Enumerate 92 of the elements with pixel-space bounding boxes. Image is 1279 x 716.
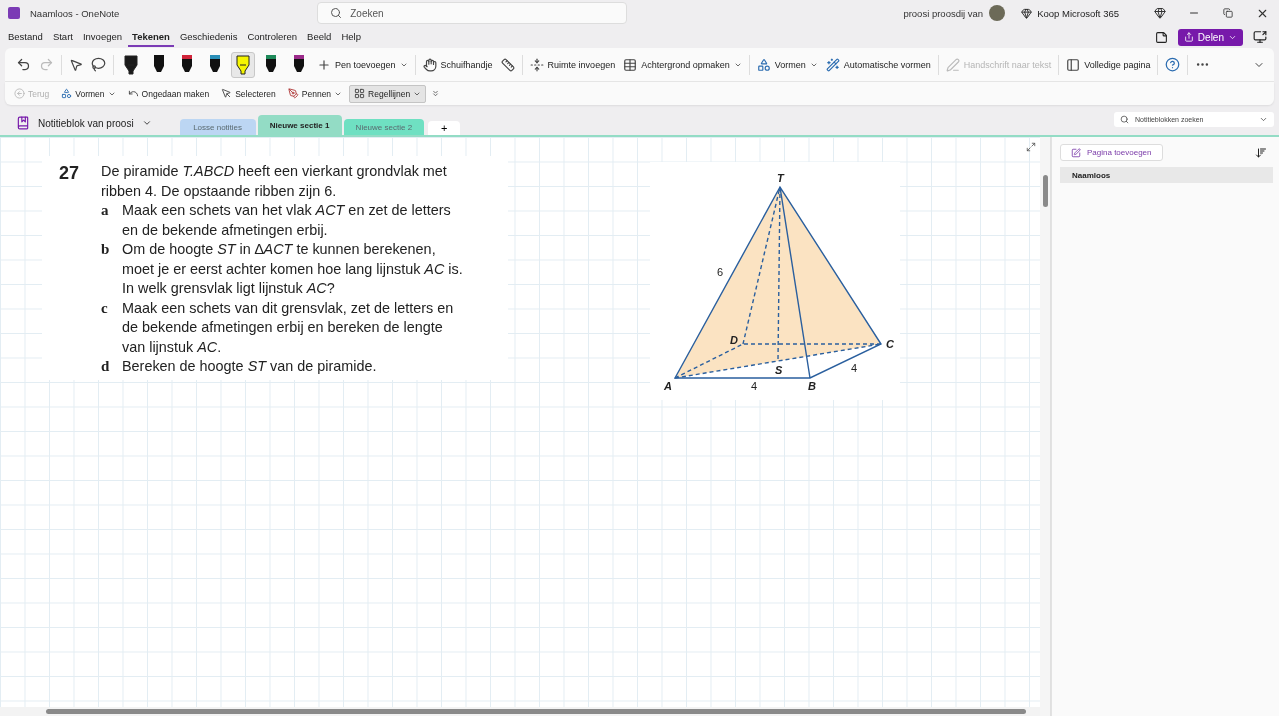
part-text: Bereken de hoogte ST van de piramide. (122, 357, 378, 376)
part-letter: d (101, 357, 111, 376)
ribbon-icon (529, 57, 544, 72)
section-tab[interactable]: Nieuwe sectie 1 (257, 115, 342, 135)
ribbon-button[interactable]: Automatische vormen (822, 54, 934, 75)
undo-icon (16, 57, 31, 72)
vertical-scrollbar[interactable] (1040, 137, 1051, 716)
redo-icon (39, 57, 54, 72)
add-page-icon (1071, 147, 1081, 158)
menu-tab[interactable]: Tekenen (128, 27, 174, 47)
caret-icon (1259, 115, 1268, 124)
menu-tab[interactable]: Geschiedenis (175, 27, 242, 47)
toolbar-icon (14, 88, 25, 99)
caret-icon (141, 118, 152, 128)
toolbar-button[interactable]: Regellijnen (349, 84, 427, 103)
part-text: Maak een schets van het vlak ACT en zet de letters en de bekende afmetingen erbij. (122, 201, 452, 240)
edge-label: 4 (751, 380, 758, 392)
menu-tab[interactable]: Bestand (4, 27, 47, 47)
exercise-number: 27 (58, 162, 81, 185)
ribbon-button[interactable]: Vormen (753, 54, 821, 75)
toolbar-icon (354, 88, 366, 99)
ribbon-icon (623, 57, 638, 72)
edge-label: 6 (717, 266, 724, 278)
toolbar-icon (127, 88, 139, 99)
notebook-icon (16, 116, 30, 130)
ribbon-icon (825, 57, 840, 72)
search-field[interactable]: Zoeken (317, 2, 628, 24)
vertex-label: T (777, 172, 784, 184)
add-section-button[interactable]: + (428, 121, 461, 135)
part-letter: b (101, 240, 111, 259)
section-tab[interactable]: Losse notities (179, 119, 256, 135)
part-text: Maak een schets van dit grensvlak, zet de letters en de bekende afmetingen erbij en bereken de lengte van lijnstuk AC. (122, 298, 455, 357)
ruler-icon (500, 57, 515, 72)
menu-tab[interactable]: Invoegen (78, 27, 127, 47)
notebook-button[interactable]: Notitieblok van proosi (10, 111, 158, 135)
buy-link[interactable]: Koop Microsoft 365 (1021, 7, 1119, 19)
expand-icon[interactable] (1026, 142, 1036, 152)
gem-icon[interactable] (1154, 7, 1166, 19)
toolbar-button[interactable]: Pennen (282, 84, 348, 103)
horizontal-scrollbar[interactable] (0, 707, 1040, 716)
search-icon (330, 7, 343, 19)
toolbar-icon (221, 88, 233, 99)
restore-icon[interactable] (1223, 8, 1233, 18)
ribbon-icon (945, 57, 960, 72)
vertex-label: C (886, 338, 894, 350)
page-item[interactable]: Naamloos (1060, 167, 1273, 183)
part-letter: c (101, 298, 109, 318)
window-title: Naamloos - OneNote (30, 7, 120, 19)
part-text: Om de hoogte ST in ∆ACT te kunnen berekenen, moet je er eerst achter komen hoe lang lijnstuk AC is. In welk grensvlak ligt lijnstuk AC? (122, 240, 464, 298)
app-logo-icon (8, 7, 20, 19)
add-page-button[interactable]: Pagina toevoegen (1060, 144, 1163, 161)
avatar[interactable] (989, 5, 1006, 21)
ribbon-button[interactable]: Ruimte invoegen (526, 54, 619, 75)
toolbar-icon (61, 88, 73, 99)
toolbar-button[interactable]: Selecteren (216, 84, 281, 103)
ribbon-button[interactable]: Pen toevoegen (314, 54, 411, 75)
vertex-label: D (730, 334, 738, 346)
vertex-label: S (775, 364, 783, 376)
toolbar-button[interactable]: Ongedaan maken (122, 84, 215, 103)
gem-icon (1021, 7, 1033, 19)
menu-tab[interactable]: Controleren (243, 27, 302, 47)
pointer-icon (69, 57, 83, 72)
highlighter-icon (236, 53, 250, 76)
section-tab[interactable]: Nieuwe sectie 2 (343, 119, 425, 135)
lasso-icon (91, 57, 106, 72)
ribbon-icon (756, 57, 771, 72)
share-icon (1183, 32, 1194, 42)
chevrons-down-icon (431, 89, 441, 98)
ribbon-icon (422, 57, 437, 72)
vertex-label: B (808, 380, 816, 392)
highlighter-icon (124, 53, 138, 76)
part-letter: a (101, 201, 110, 220)
sort-icon[interactable] (1255, 146, 1267, 159)
vertex-label: A (664, 380, 672, 392)
presenter-icon[interactable] (1253, 30, 1267, 44)
ribbon-icon (1066, 57, 1081, 72)
ribbon-icon (317, 57, 331, 72)
menu-tab[interactable]: Beeld (303, 27, 336, 47)
share-button[interactable]: Delen (1177, 28, 1243, 46)
exercise-intro: De piramide T.ABCD heeft een vierkant grondvlak met ribben 4. De opstaande ribben zijn 6. (101, 162, 448, 201)
note-icon[interactable] (1154, 30, 1168, 44)
menu-tab[interactable]: Start (48, 27, 77, 47)
toolbar-button[interactable]: Vormen (56, 84, 121, 103)
ribbon-button[interactable]: Volledige pagina (1063, 54, 1154, 75)
ribbon-button[interactable]: Schuifhandje (419, 54, 496, 75)
menu-tab[interactable]: Help (337, 27, 365, 47)
help-icon (1165, 57, 1181, 72)
ribbon-button[interactable]: Achtergrond opmaken (620, 54, 745, 75)
edge-label: 4 (851, 362, 858, 374)
search-icon (1120, 115, 1129, 124)
toolbar-icon (287, 88, 299, 99)
account-name[interactable]: proosi proosdij van (903, 7, 984, 19)
